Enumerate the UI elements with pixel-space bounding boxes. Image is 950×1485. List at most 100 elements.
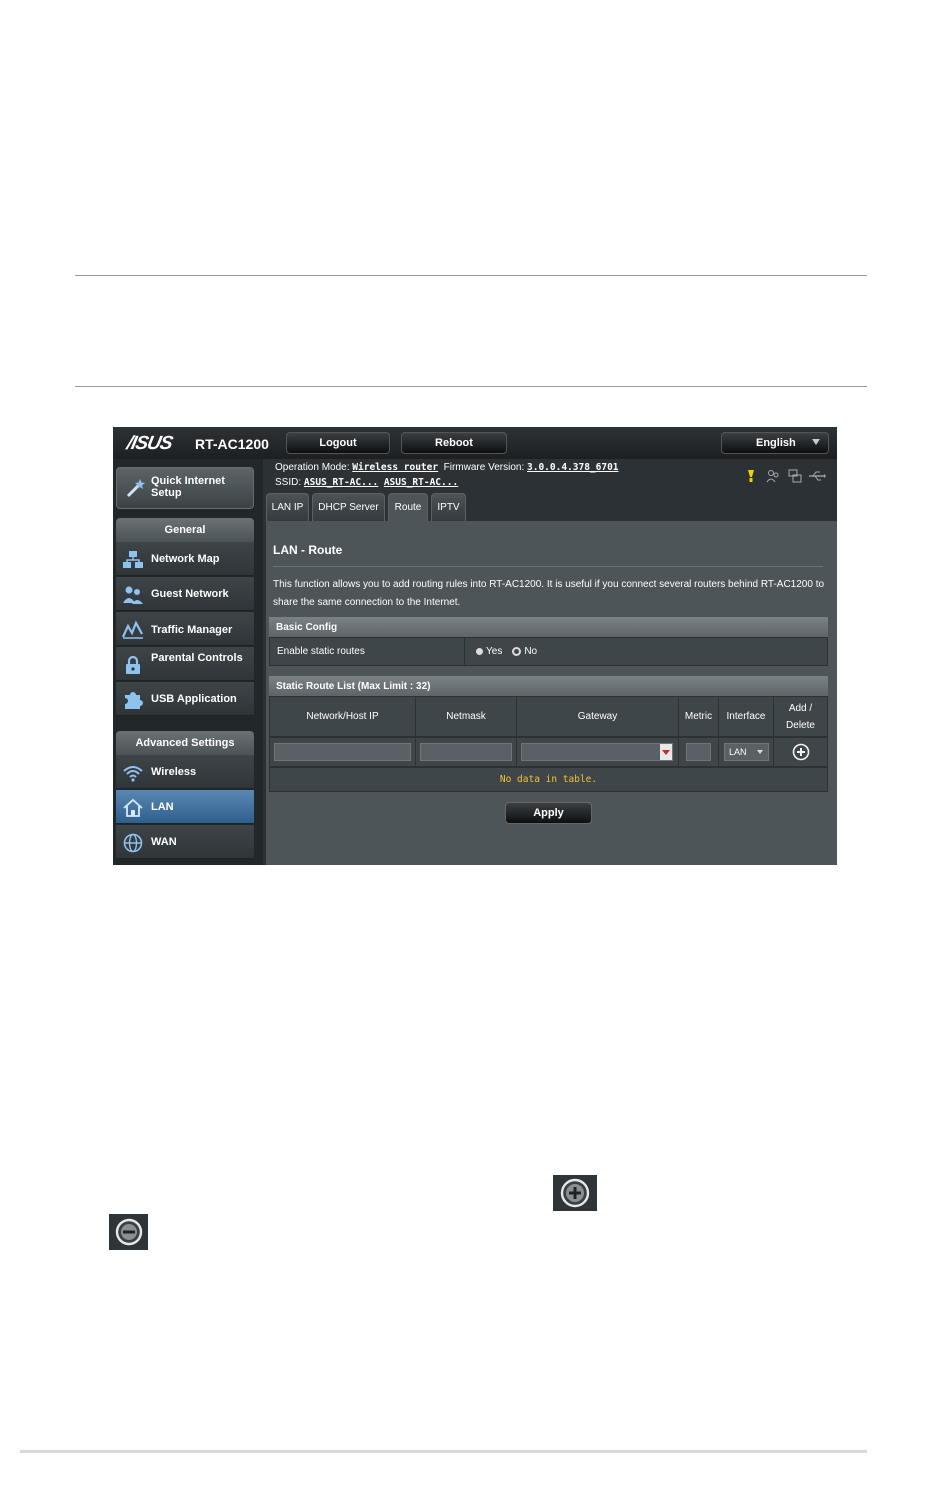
interface-value: LAN xyxy=(729,746,747,757)
sidebar-item-usb-application[interactable]: USB Application xyxy=(116,682,254,716)
language-value: English xyxy=(756,437,796,449)
network-host-ip-input[interactable] xyxy=(274,743,411,761)
netmask-input[interactable] xyxy=(420,743,512,761)
gateway-input[interactable] xyxy=(521,743,673,761)
tab-iptv[interactable]: IPTV xyxy=(431,493,466,521)
puzzle-icon xyxy=(125,692,143,709)
empty-table-row: No data in table. xyxy=(269,767,828,792)
radio-yes-label: Yes xyxy=(486,646,503,657)
add-cell xyxy=(774,738,827,766)
ssid-link-2[interactable]: ASUS_RT-AC... xyxy=(384,477,458,488)
radio-yes[interactable] xyxy=(476,648,483,655)
magic-wand-icon xyxy=(126,479,145,498)
language-select[interactable]: English xyxy=(721,432,829,454)
sidebar-item-wan[interactable]: WAN xyxy=(116,825,254,859)
ssid-link-1[interactable]: ASUS_RT-AC... xyxy=(304,477,378,488)
sidebar-item-label: Parental Controls xyxy=(151,652,243,664)
metric-cell xyxy=(679,738,719,766)
add-circle-icon[interactable] xyxy=(792,743,810,761)
route-panel: LAN - Route This function allows you to … xyxy=(266,521,837,865)
op-mode-label: Operation Mode: xyxy=(275,462,350,473)
advanced-section-title: Advanced Settings xyxy=(116,731,254,755)
sidebar-item-label: Network Map xyxy=(151,553,220,565)
radio-no[interactable] xyxy=(512,647,522,656)
column-header: Metric xyxy=(679,697,719,736)
route-table-header: Network/Host IP Netmask Gateway Metric I… xyxy=(269,696,828,737)
radio-no-label: No xyxy=(524,646,538,657)
enable-static-routes-label: Enable static routes xyxy=(270,638,465,665)
sidebar: Quick Internet Setup General Network Map… xyxy=(113,459,263,865)
add-circle-icon xyxy=(560,1178,590,1208)
sidebar-item-wireless[interactable]: Wireless xyxy=(116,755,254,789)
op-mode-link[interactable]: Wireless router xyxy=(352,462,438,473)
sidebar-item-network-map[interactable]: Network Map xyxy=(116,542,254,576)
status-icons xyxy=(744,469,834,485)
static-route-list-header: Static Route List (Max Limit : 32) xyxy=(269,676,828,696)
chevron-down-icon xyxy=(812,439,820,445)
general-section-title: General xyxy=(116,518,254,542)
clients-icon[interactable] xyxy=(766,469,780,483)
model-name: RT-AC1200 xyxy=(195,436,269,452)
tab-lan-ip[interactable]: LAN IP xyxy=(266,493,309,521)
sidebar-item-lan[interactable]: LAN xyxy=(116,790,254,824)
delete-button-illustration xyxy=(109,1214,148,1250)
column-header: Gateway xyxy=(517,697,679,736)
router-ui-screenshot: /ISUS RT-AC1200 Logout Reboot English Qu… xyxy=(113,427,837,865)
sidebar-item-label: WAN xyxy=(151,836,177,848)
wifi-icon xyxy=(123,766,143,782)
enable-radio-group: Yes No xyxy=(476,646,537,657)
firmware-link[interactable]: 3.0.0.4.378_6701 xyxy=(527,462,619,473)
divider-top xyxy=(75,275,867,276)
divider-middle xyxy=(75,386,867,387)
devices-icon[interactable] xyxy=(788,469,802,483)
enable-static-routes-row: Enable static routes Yes No xyxy=(269,637,828,666)
reboot-button[interactable]: Reboot xyxy=(401,432,507,454)
globe-icon xyxy=(123,833,143,853)
add-button-illustration xyxy=(553,1175,597,1211)
apply-button[interactable]: Apply xyxy=(505,802,592,824)
operation-mode-line: Operation Mode: Wireless router Firmware… xyxy=(275,462,619,473)
traffic-graph-icon xyxy=(122,620,143,639)
lightbulb-icon[interactable] xyxy=(746,469,756,483)
sidebar-item-label: Traffic Manager xyxy=(151,624,233,636)
network-map-icon xyxy=(123,551,143,568)
dropdown-arrow-icon[interactable] xyxy=(660,744,672,760)
interface-select[interactable]: LAN xyxy=(724,743,769,761)
qis-label: Quick Internet Setup xyxy=(151,475,225,499)
column-header: Netmask xyxy=(416,697,517,736)
title-divider xyxy=(273,566,823,567)
netmask-cell xyxy=(416,738,517,766)
guest-users-icon xyxy=(123,586,143,604)
tab-dhcp-server[interactable]: DHCP Server xyxy=(312,493,385,521)
empty-table-message: No data in table. xyxy=(499,774,598,785)
usb-icon[interactable] xyxy=(808,470,826,482)
main-content: Operation Mode: Wireless router Firmware… xyxy=(266,459,837,865)
remove-circle-icon xyxy=(115,1218,142,1246)
sidebar-item-guest-network[interactable]: Guest Network xyxy=(116,577,254,611)
metric-input[interactable] xyxy=(686,743,711,761)
basic-config-header: Basic Config xyxy=(269,617,828,637)
ssid-line: SSID: ASUS_RT-AC... ASUS_RT-AC... xyxy=(275,477,458,488)
sidebar-item-parental-controls[interactable]: Parental Controls xyxy=(116,647,254,681)
quick-internet-setup-button[interactable]: Quick Internet Setup xyxy=(116,467,254,509)
ip-cell xyxy=(270,738,416,766)
brand-logo: /ISUS xyxy=(124,433,174,454)
tab-route[interactable]: Route xyxy=(388,493,428,521)
interface-cell: LAN xyxy=(719,738,774,766)
sidebar-item-label: USB Application xyxy=(151,693,237,705)
page-title: LAN - Route xyxy=(273,543,343,557)
page-description: This function allows you to add routing … xyxy=(273,579,825,608)
gateway-cell xyxy=(517,738,679,766)
column-header: Interface xyxy=(719,697,774,736)
sidebar-item-label: LAN xyxy=(151,801,174,813)
sidebar-item-label: Guest Network xyxy=(151,588,229,600)
logout-button[interactable]: Logout xyxy=(286,432,390,454)
chevron-down-icon xyxy=(757,750,763,754)
home-icon xyxy=(123,798,143,817)
firmware-label: Firmware Version: xyxy=(443,462,525,473)
sidebar-item-label: Wireless xyxy=(151,766,197,778)
sidebar-item-traffic-manager[interactable]: Traffic Manager xyxy=(116,612,254,646)
column-header: Network/Host IP xyxy=(270,697,416,736)
lock-icon xyxy=(126,655,140,674)
route-input-row: LAN xyxy=(269,737,828,767)
